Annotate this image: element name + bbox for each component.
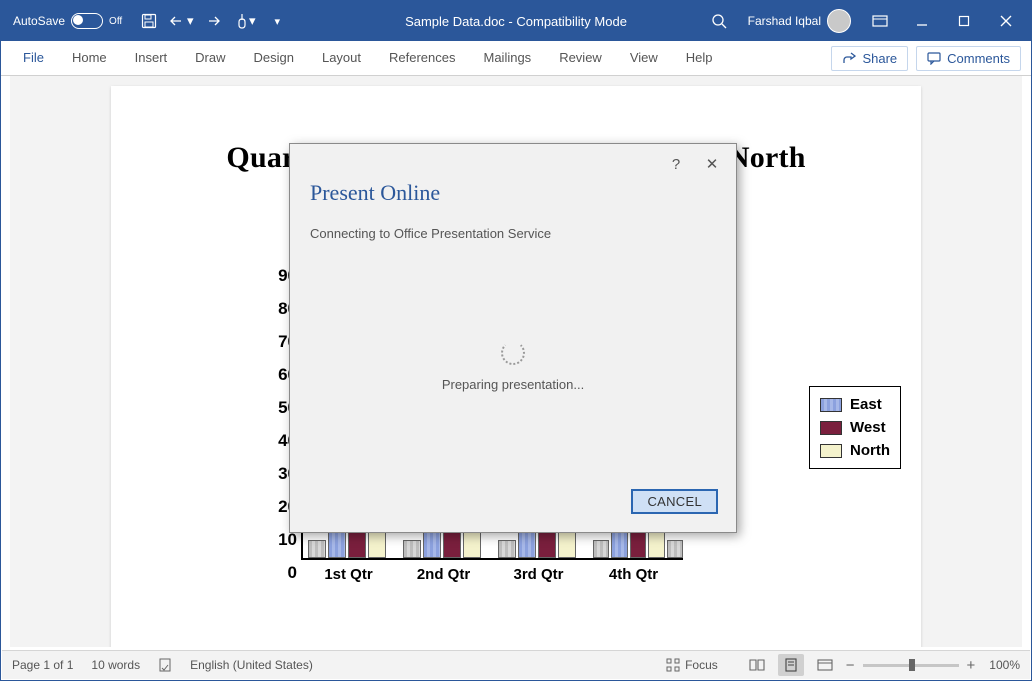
legend-label: North [850,442,890,459]
status-word-count[interactable]: 10 words [91,658,140,672]
dialog-title: Present Online [290,180,736,206]
dialog-titlebar: ? ✕ [290,144,736,184]
share-icon [842,51,856,65]
tab-insert[interactable]: Insert [123,44,180,73]
spinner-icon [501,341,525,365]
save-icon[interactable] [136,8,162,34]
ytick-0: 0 [288,563,297,583]
ytick-10: 10 [278,530,297,550]
xcat-q2: 2nd Qtr [396,566,491,596]
autosave-switch-off-icon[interactable] [71,13,103,29]
tab-layout[interactable]: Layout [310,44,373,73]
xcat-q3: 3rd Qtr [491,566,586,596]
zoom-thumb[interactable] [909,659,915,671]
legend-swatch-west-icon [820,421,842,435]
undo-icon[interactable]: ▾ [168,8,194,34]
ribbon-display-options-icon[interactable] [861,7,899,35]
bar-spacer [498,540,516,558]
autosave-state: Off [109,16,122,27]
tab-design[interactable]: Design [242,44,306,73]
maximize-icon[interactable] [945,7,983,35]
bar-spacer [403,540,421,558]
xcat-q1: 1st Qtr [301,566,396,596]
compatibility-mode-label: Compatibility Mode [516,14,627,29]
legend-label: East [850,396,882,413]
dialog-close-icon[interactable]: ✕ [694,149,730,179]
legend-label: West [850,419,886,436]
autosave-toggle[interactable]: AutoSave Off [7,13,128,29]
tab-home[interactable]: Home [60,44,119,73]
legend-swatch-north-icon [820,444,842,458]
user-name: Farshad Iqbal [748,14,821,28]
chart-legend: East West North [809,386,901,469]
dialog-status: Preparing presentation... [290,377,736,392]
legend-west: West [820,416,890,439]
focus-icon [666,658,680,672]
tab-draw[interactable]: Draw [183,44,237,73]
touch-mode-icon[interactable]: ▾ [232,8,258,34]
comments-button[interactable]: Comments [916,46,1021,71]
share-button[interactable]: Share [831,46,908,71]
minimize-icon[interactable] [903,7,941,35]
legend-north: North [820,439,890,462]
tab-references[interactable]: References [377,44,467,73]
user-account[interactable]: Farshad Iqbal [742,9,857,33]
focus-mode-button[interactable]: Focus [666,658,718,672]
zoom-out-icon[interactable]: − [846,657,855,674]
titlebar-right: Farshad Iqbal [700,7,1025,35]
avatar-icon [827,9,851,33]
dialog-footer: CANCEL [631,489,718,514]
web-layout-icon[interactable] [812,654,838,676]
titlebar: AutoSave Off ▾ ▾ ▾ Sample Data.doc - Com… [1,1,1031,41]
legend-east: East [820,393,890,416]
quick-access-toolbar: ▾ ▾ ▾ [136,8,290,34]
ribbon-right: Share Comments [831,46,1021,71]
bar-spacer [308,540,326,558]
tab-mailings[interactable]: Mailings [472,44,544,73]
autosave-label: AutoSave [13,14,65,28]
status-proofing-icon[interactable] [158,658,172,672]
share-label: Share [862,51,897,66]
tab-review[interactable]: Review [547,44,614,73]
word-window: AutoSave Off ▾ ▾ ▾ Sample Data.doc - Com… [0,0,1032,681]
zoom-in-icon[interactable]: + [967,657,976,674]
ribbon-tabs: File Home Insert Draw Design Layout Refe… [11,44,725,73]
dialog-body: Preparing presentation... [290,341,736,392]
status-page[interactable]: Page 1 of 1 [12,658,73,672]
xcat-q4: 4th Qtr [586,566,681,596]
print-layout-icon[interactable] [778,654,804,676]
document-name: Sample Data.doc [405,14,505,29]
tab-help[interactable]: Help [674,44,725,73]
zoom-track[interactable] [863,664,959,667]
status-language[interactable]: English (United States) [190,658,313,672]
focus-label: Focus [685,658,718,672]
dialog-help-icon[interactable]: ? [658,149,694,179]
tab-view[interactable]: View [618,44,670,73]
comment-icon [927,51,941,65]
close-icon[interactable] [987,7,1025,35]
chart-x-axis: 1st Qtr 2nd Qtr 3rd Qtr 4th Qtr [301,566,681,596]
legend-swatch-east-icon [820,398,842,412]
bar-spacer [593,540,609,558]
redo-icon[interactable] [200,8,226,34]
qat-customize-icon[interactable]: ▾ [264,8,290,34]
read-mode-icon[interactable] [744,654,770,676]
title-sep: - [505,14,517,29]
dialog-subtitle: Connecting to Office Presentation Servic… [290,206,736,241]
comments-label: Comments [947,51,1010,66]
zoom-slider[interactable]: − + 100% [846,657,1020,674]
bar-spacer [667,540,683,558]
ribbon-tabs-row: File Home Insert Draw Design Layout Refe… [1,41,1031,76]
search-icon[interactable] [700,7,738,35]
status-right: Focus − + 100% [666,654,1020,676]
zoom-percent[interactable]: 100% [989,658,1020,672]
cancel-button[interactable]: CANCEL [631,489,718,514]
status-bar: Page 1 of 1 10 words English (United Sta… [2,650,1030,679]
tab-file[interactable]: File [11,44,56,73]
present-online-dialog: ? ✕ Present Online Connecting to Office … [289,143,737,533]
